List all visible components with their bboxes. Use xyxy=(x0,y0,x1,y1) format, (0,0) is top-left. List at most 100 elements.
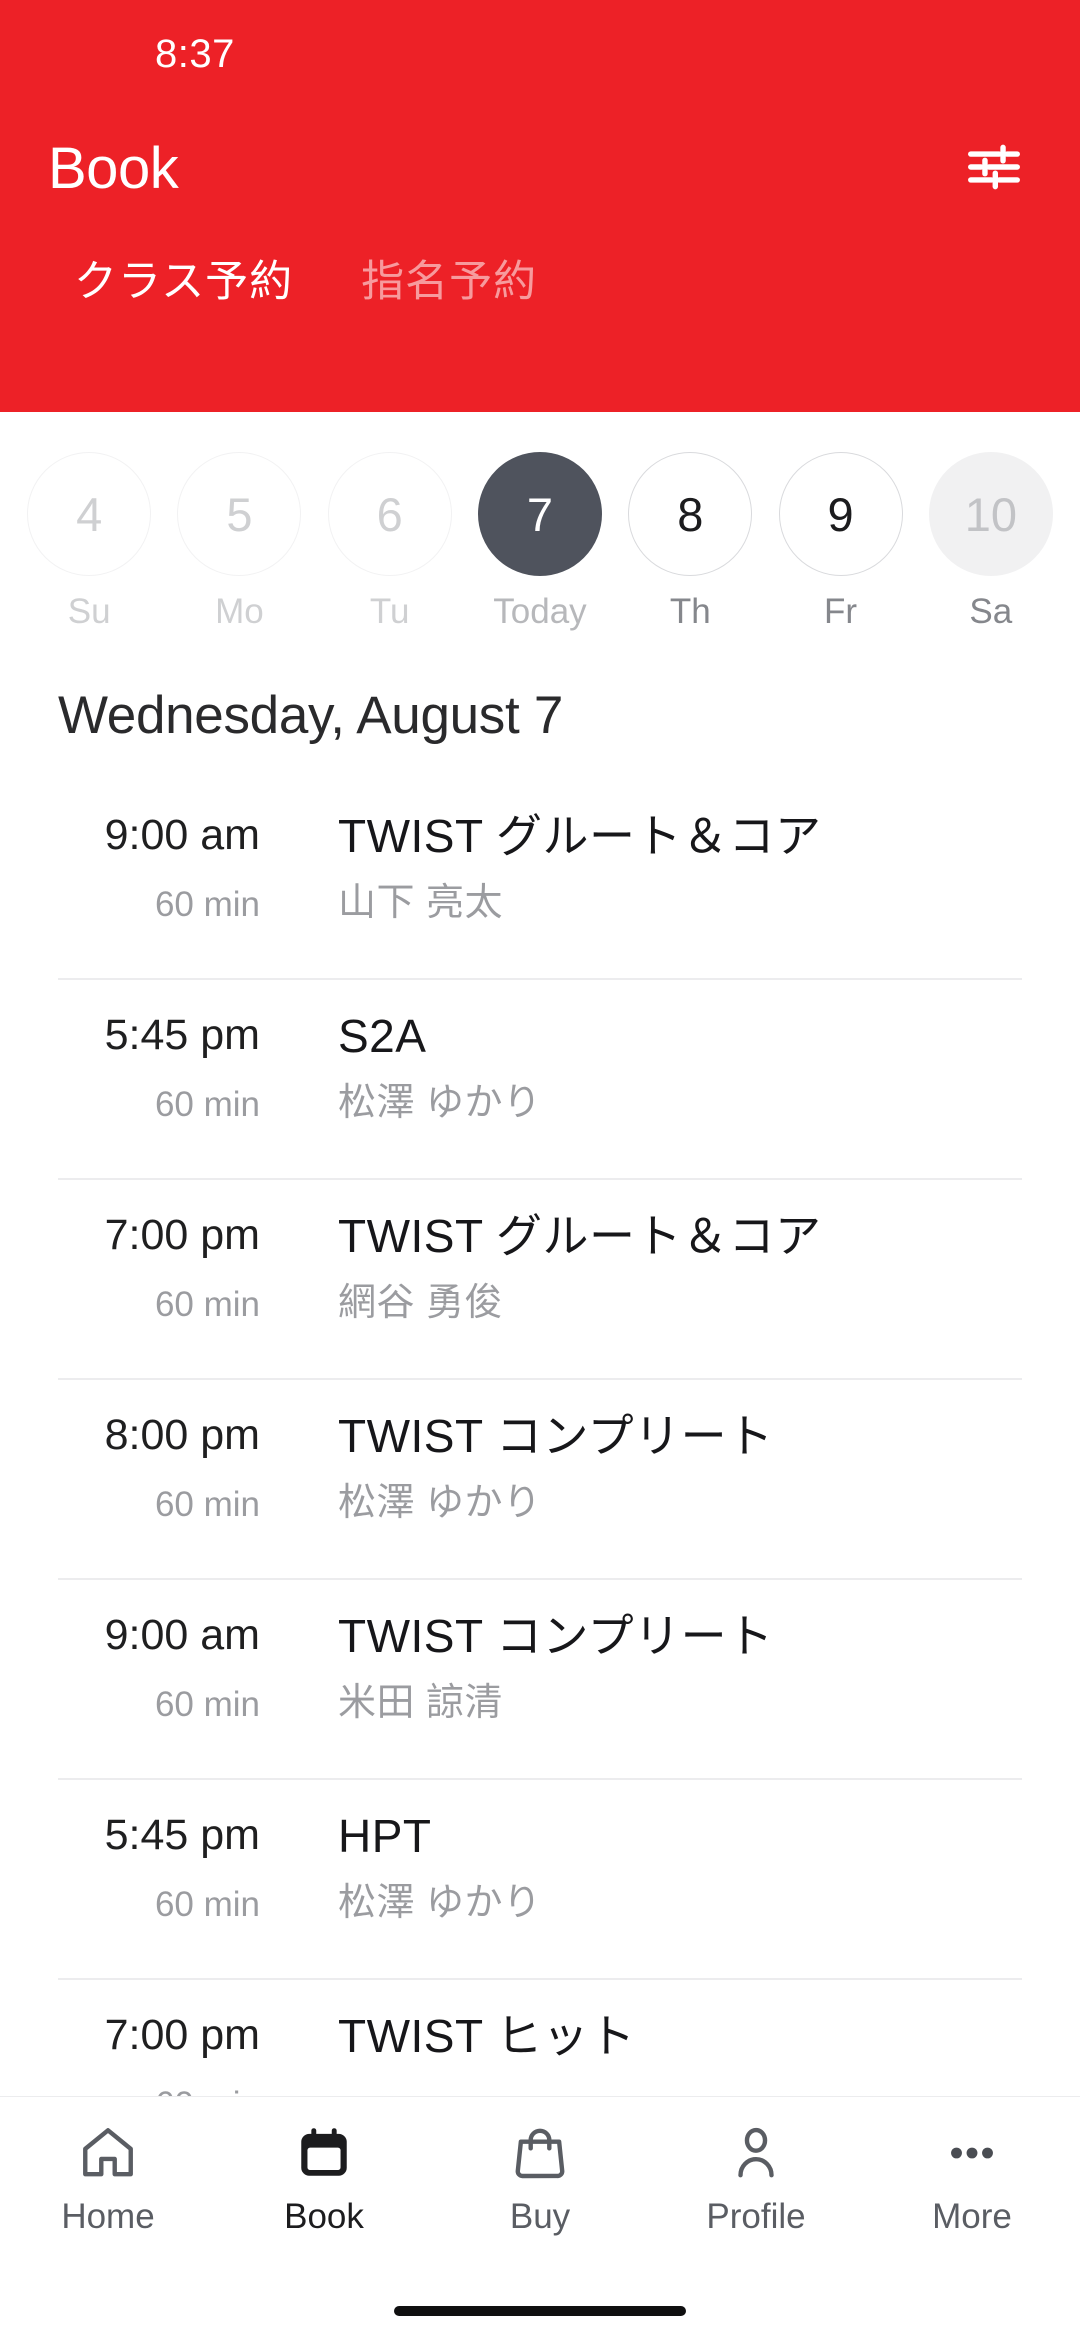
class-time-column: 5:45 pm 60 min xyxy=(58,1778,286,1924)
date-weekday: Su xyxy=(67,592,111,631)
person-icon xyxy=(725,2121,787,2185)
class-duration: 60 min xyxy=(155,2087,260,2096)
date-number: 6 xyxy=(327,452,452,576)
class-duration: 60 min xyxy=(154,1885,260,1924)
class-duration: 60 min xyxy=(154,1485,260,1524)
class-instructor: 米田 諒清 xyxy=(338,1681,504,1724)
tab-instructor-booking[interactable]: 指名予約 xyxy=(327,258,571,307)
nav-label-more: More xyxy=(932,2197,1012,2236)
nav-label-home: Home xyxy=(61,2197,155,2236)
class-list-item[interactable]: 9:00 am 60 min TWIST コンプリート 米田 諒清 xyxy=(0,1578,1080,1778)
schedule-date-heading: Wednesday, August 7 xyxy=(0,652,1080,778)
date-number: 8 xyxy=(628,452,753,576)
date-cell-7-today-selected[interactable]: 7 Today xyxy=(465,452,615,629)
bottom-navigation: Home Book Buy Profile More xyxy=(0,2096,1080,2282)
nav-item-buy[interactable]: Buy xyxy=(432,2121,648,2234)
class-list-item[interactable]: 8:00 pm 60 min TWIST コンプリート 松澤 ゆかり xyxy=(0,1378,1080,1578)
date-number: 9 xyxy=(778,452,903,576)
title-bar: Book xyxy=(0,108,1080,230)
nav-item-book[interactable]: Book xyxy=(216,2121,432,2234)
app-root: 8:37 Book クラス予約 指名予約 4 Su 5 Mo 6 Tu 7 To… xyxy=(0,0,1080,2340)
status-bar-clock: 8:37 xyxy=(155,31,235,76)
class-list-item[interactable]: 5:45 pm 60 min HPT 松澤 ゆかり xyxy=(0,1778,1080,1978)
date-cell-4[interactable]: 4 Su xyxy=(14,452,164,629)
class-time-column: 7:00 pm 60 min xyxy=(58,1978,286,2097)
class-time: 8:00 pm xyxy=(104,1411,260,1459)
class-time: 9:00 am xyxy=(104,1611,260,1659)
class-time: 5:45 pm xyxy=(104,1811,260,1859)
class-time: 9:00 am xyxy=(104,811,260,859)
class-info-column: TWIST コンプリート 米田 諒清 xyxy=(286,1578,1022,1726)
date-weekday: Tu xyxy=(369,592,410,631)
class-list-item[interactable]: 7:00 pm 60 min TWIST ヒット xyxy=(0,1978,1080,2096)
class-duration: 60 min xyxy=(154,885,260,924)
page-title: Book xyxy=(48,136,179,201)
date-weekday: Today xyxy=(493,592,587,631)
class-info-column: S2A 松澤 ゆかり xyxy=(286,978,1022,1126)
date-weekday: Mo xyxy=(215,592,264,631)
date-cell-8[interactable]: 8 Th xyxy=(615,452,765,629)
class-time: 5:45 pm xyxy=(104,1011,260,1059)
nav-label-book: Book xyxy=(284,2197,364,2236)
date-number: 7 xyxy=(477,452,602,576)
home-indicator[interactable] xyxy=(394,2306,686,2316)
nav-label-profile: Profile xyxy=(706,2197,806,2236)
date-number: 10 xyxy=(928,452,1053,576)
class-name: S2A xyxy=(338,1010,427,1062)
class-duration: 60 min xyxy=(154,1285,260,1324)
class-time-column: 5:45 pm 60 min xyxy=(58,978,286,1124)
class-instructor: 松澤 ゆかり xyxy=(338,1081,542,1124)
class-duration: 60 min xyxy=(154,1085,260,1124)
class-time: 7:00 pm xyxy=(104,1211,260,1259)
class-duration: 60 min xyxy=(154,1685,260,1724)
class-name: TWIST グルート＆コア xyxy=(338,810,822,862)
class-name: TWIST グルート＆コア xyxy=(338,1210,822,1262)
tab-class-booking[interactable]: クラス予約 xyxy=(40,258,327,307)
ellipsis-icon xyxy=(941,2121,1003,2185)
class-info-column: TWIST コンプリート 松澤 ゆかり xyxy=(286,1378,1022,1526)
home-icon xyxy=(77,2121,139,2185)
schedule-date-heading-text: Wednesday, August 7 xyxy=(58,685,564,745)
date-cell-10[interactable]: 10 Sa xyxy=(916,452,1066,629)
date-number: 4 xyxy=(27,452,152,576)
bag-icon xyxy=(509,2121,571,2185)
nav-item-profile[interactable]: Profile xyxy=(648,2121,864,2234)
class-info-column: TWIST グルート＆コア 山下 亮太 xyxy=(286,778,1022,926)
class-name: TWIST コンプリート xyxy=(338,1610,774,1662)
date-cell-6[interactable]: 6 Tu xyxy=(315,452,465,629)
filter-button[interactable] xyxy=(946,121,1042,217)
class-list-item[interactable]: 5:45 pm 60 min S2A 松澤 ゆかり xyxy=(0,978,1080,1178)
date-strip: 4 Su 5 Mo 6 Tu 7 Today 8 Th 9 Fr 10 Sa xyxy=(0,412,1080,652)
date-number: 5 xyxy=(177,452,302,576)
class-info-column: HPT 松澤 ゆかり xyxy=(286,1778,1022,1926)
class-list-item[interactable]: 7:00 pm 60 min TWIST グルート＆コア 網谷 勇俊 xyxy=(0,1178,1080,1378)
class-list-item[interactable]: 9:00 am 60 min TWIST グルート＆コア 山下 亮太 xyxy=(0,778,1080,978)
class-info-column: TWIST ヒット xyxy=(286,1978,1022,2081)
nav-item-more[interactable]: More xyxy=(864,2121,1080,2234)
class-instructor: 松澤 ゆかり xyxy=(338,1481,542,1524)
nav-item-home[interactable]: Home xyxy=(0,2121,216,2234)
class-time-column: 7:00 pm 60 min xyxy=(58,1178,286,1324)
home-indicator-area xyxy=(0,2282,1080,2340)
class-name: TWIST ヒット xyxy=(338,2010,636,2062)
calendar-icon xyxy=(293,2121,355,2185)
date-weekday: Sa xyxy=(969,592,1013,631)
date-weekday: Th xyxy=(669,592,711,631)
class-list[interactable]: 9:00 am 60 min TWIST グルート＆コア 山下 亮太 5:45 … xyxy=(0,778,1080,2096)
class-time-column: 9:00 am 60 min xyxy=(58,778,286,924)
date-cell-9[interactable]: 9 Fr xyxy=(765,452,915,629)
date-weekday: Fr xyxy=(824,592,858,631)
class-time-column: 9:00 am 60 min xyxy=(58,1578,286,1724)
date-cell-5[interactable]: 5 Mo xyxy=(164,452,314,629)
class-time: 7:00 pm xyxy=(104,2011,260,2059)
class-name: TWIST コンプリート xyxy=(338,1410,774,1462)
nav-label-buy: Buy xyxy=(509,2197,571,2236)
class-time-column: 8:00 pm 60 min xyxy=(58,1378,286,1524)
class-instructor: 網谷 勇俊 xyxy=(338,1281,504,1324)
class-instructor: 松澤 ゆかり xyxy=(338,1881,542,1924)
status-bar: 8:37 xyxy=(0,0,1080,108)
class-name: HPT xyxy=(338,1810,432,1862)
class-info-column: TWIST グルート＆コア 網谷 勇俊 xyxy=(286,1178,1022,1326)
tune-icon xyxy=(963,136,1025,203)
booking-tabs: クラス予約 指名予約 xyxy=(0,230,1080,412)
